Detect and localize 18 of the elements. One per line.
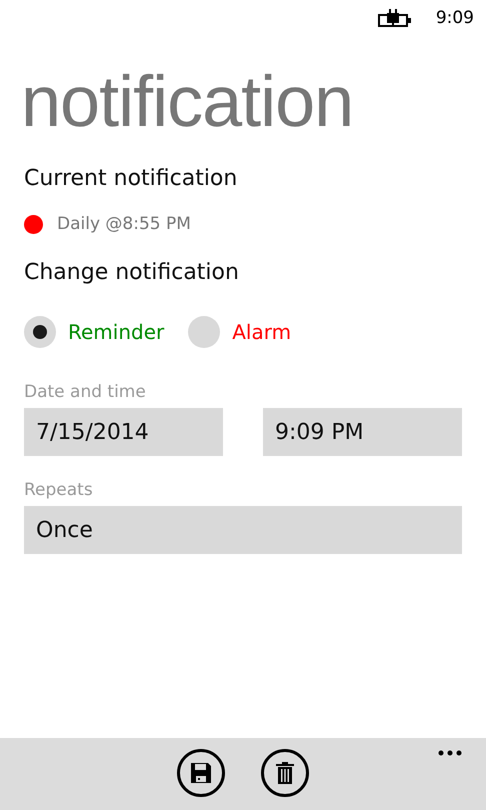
radio-button[interactable] [188,316,220,348]
radio-button[interactable] [24,316,56,348]
more-icon[interactable] [438,750,462,756]
date-picker[interactable]: 7/15/2014 [24,408,223,456]
section-heading: Change notification [24,259,240,287]
delete-button[interactable] [260,749,308,797]
field-label: Date and time [24,382,147,402]
time-picker[interactable]: 9:09 PM [263,408,462,456]
repeats-picker[interactable]: Once [24,506,462,554]
radio-label[interactable]: Reminder [68,320,164,344]
trash-icon [276,762,294,784]
clock-time: 9:09 [436,8,474,28]
notification-value: Daily @8:55 PM [57,214,191,234]
page-title: notification [21,61,354,144]
radio-label[interactable]: Alarm [232,320,292,344]
field-label: Repeats [24,480,94,500]
section-heading: Current notification [24,165,238,193]
save-button[interactable] [176,749,224,797]
